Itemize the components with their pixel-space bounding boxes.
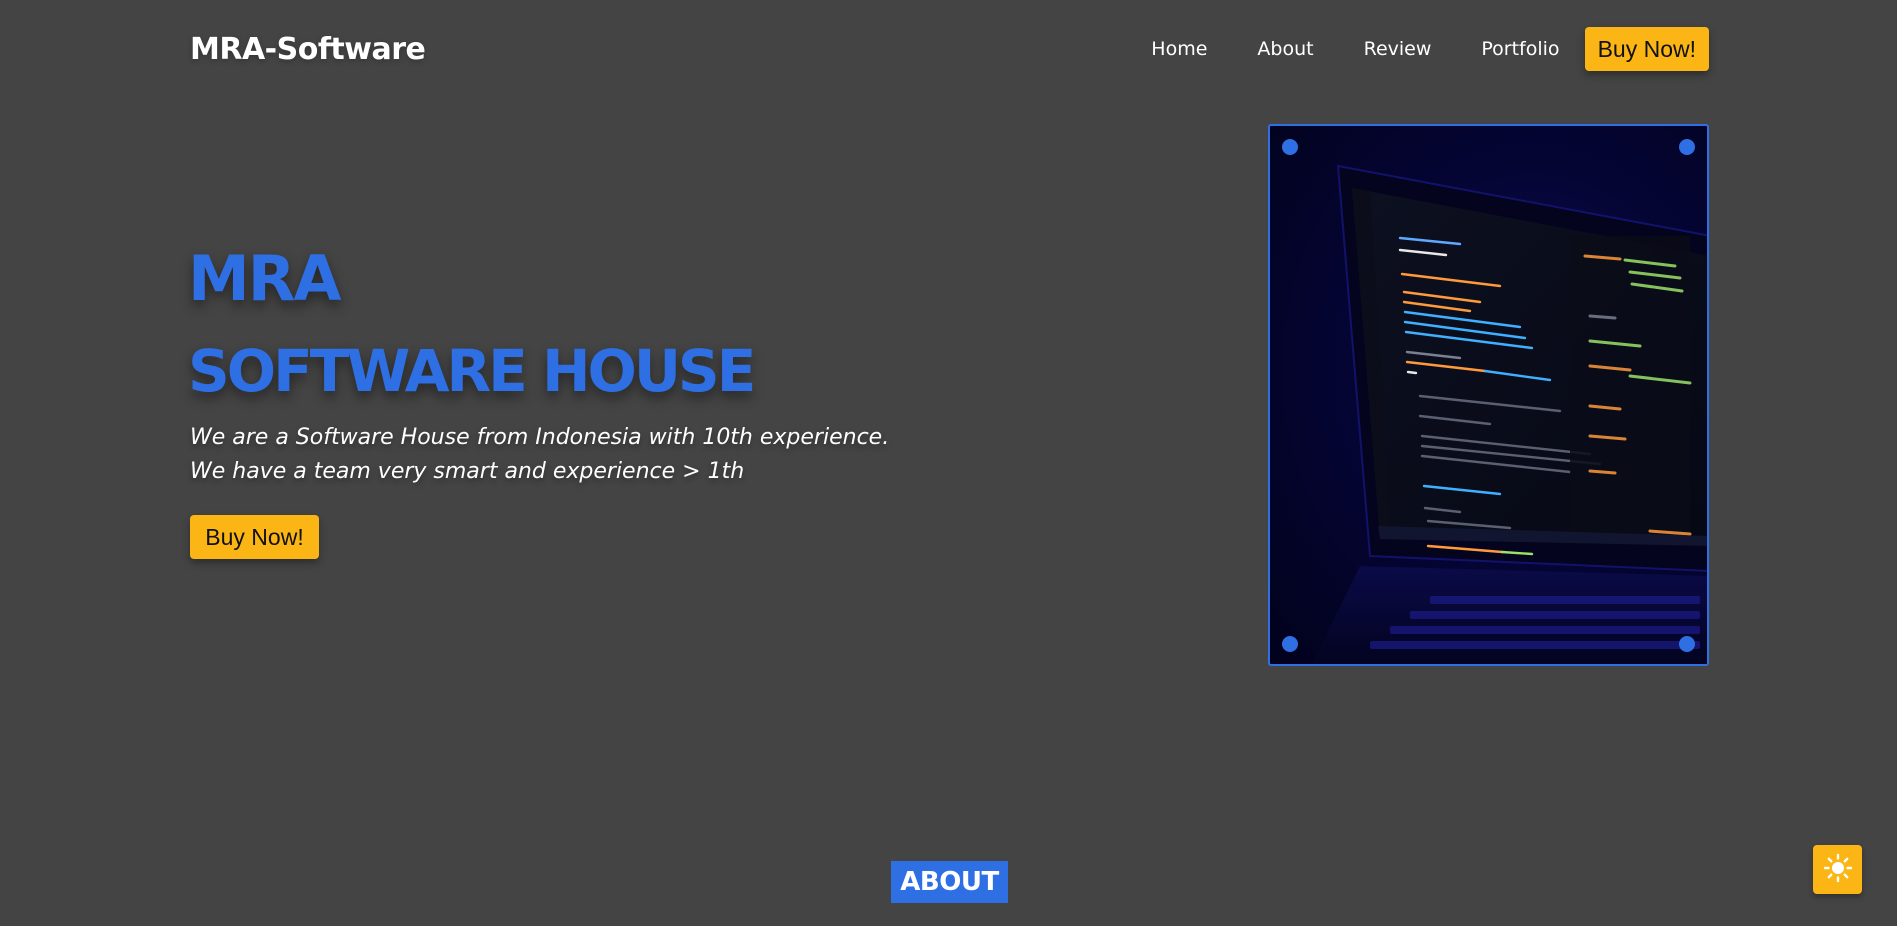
hero-description-line-1: We are a Software House from Indonesia w… — [190, 425, 890, 450]
page: MRA-Software Home About Review Portfolio… — [0, 0, 1897, 926]
brand-logo[interactable]: MRA-Software — [190, 32, 426, 67]
hero-description: We are a Software House from Indonesia w… — [190, 421, 889, 489]
nav-buy-now-button[interactable]: Buy Now! — [1584, 27, 1709, 71]
hero-image — [1268, 124, 1709, 666]
laptop-code-illustration — [1311, 164, 1707, 664]
nav-link-home[interactable]: Home — [1151, 38, 1207, 60]
hero-description-line-2: We have a team very smart and experience… — [190, 459, 745, 484]
navbar: MRA-Software Home About Review Portfolio… — [190, 26, 1709, 72]
about-section-heading: ABOUT — [891, 861, 1008, 903]
hero-title-mra: MRA — [188, 242, 341, 315]
nav-links: Home About Review Portfolio Buy Now! — [1151, 27, 1709, 71]
sun-icon — [1823, 853, 1853, 886]
nav-link-about[interactable]: About — [1257, 38, 1313, 60]
corner-dot-bottom-left — [1282, 636, 1298, 652]
theme-toggle-button[interactable] — [1813, 845, 1862, 894]
nav-link-review[interactable]: Review — [1364, 38, 1432, 60]
nav-link-portfolio[interactable]: Portfolio — [1481, 38, 1559, 60]
hero-buy-now-button[interactable]: Buy Now! — [190, 515, 319, 559]
corner-dot-top-left — [1282, 139, 1298, 155]
corner-dot-bottom-right — [1679, 636, 1695, 652]
corner-dot-top-right — [1679, 139, 1695, 155]
hero-title-software-house: SOFTWARE HOUSE — [188, 337, 756, 405]
